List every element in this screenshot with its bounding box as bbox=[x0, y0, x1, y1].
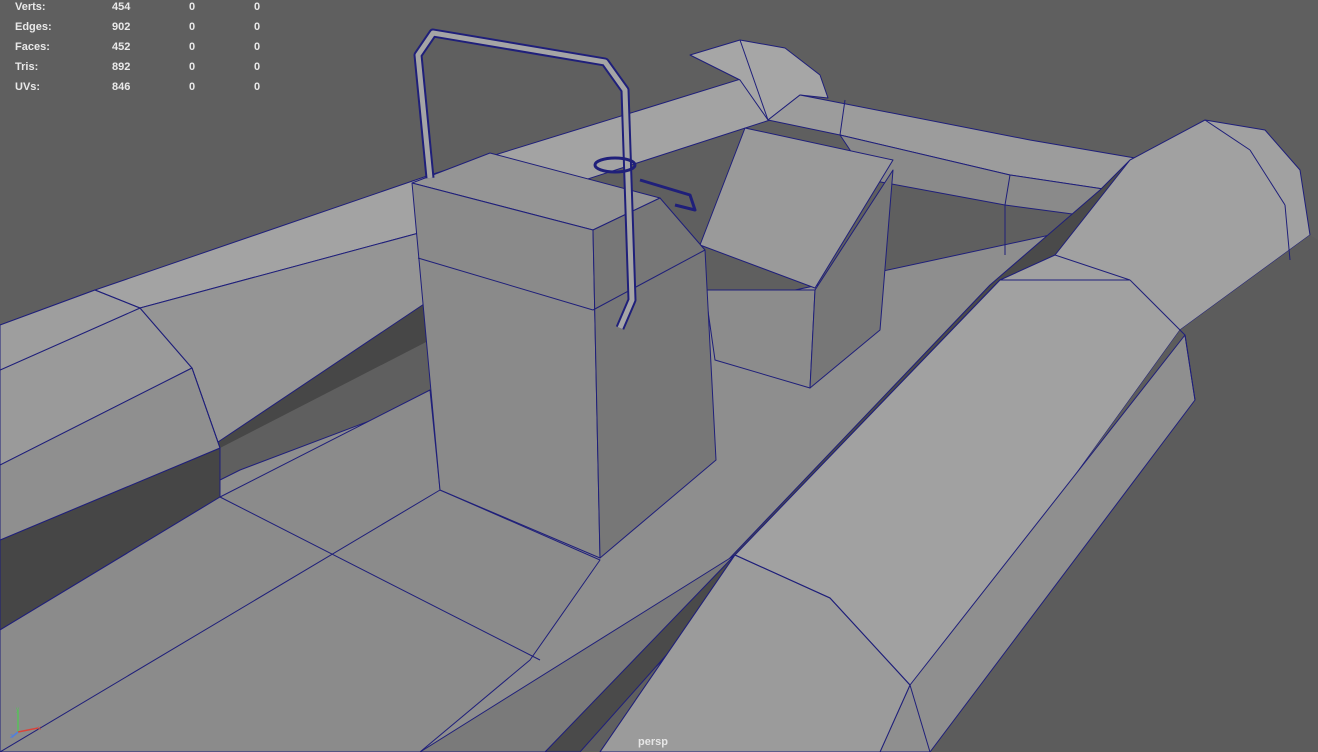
camera-label: persp bbox=[638, 736, 668, 748]
hud-selected: 0 bbox=[189, 61, 196, 73]
hud-selected: 0 bbox=[189, 1, 196, 13]
hud-components: 0 bbox=[254, 81, 261, 93]
hud-label: Tris: bbox=[15, 61, 39, 73]
hud-selected: 0 bbox=[189, 21, 196, 33]
hud-total: 846 bbox=[112, 81, 131, 93]
perspective-viewport[interactable]: Verts: 454 0 0 Edges: 902 0 0 Faces: 452… bbox=[0, 0, 1318, 752]
svg-text:x: x bbox=[38, 726, 41, 732]
svg-text:z: z bbox=[10, 734, 13, 740]
hud-label: Edges: bbox=[15, 21, 52, 33]
hud-total: 452 bbox=[112, 41, 131, 53]
hud-components: 0 bbox=[254, 41, 261, 53]
hud-selected: 0 bbox=[189, 81, 196, 93]
svg-text:y: y bbox=[16, 707, 19, 713]
hud-label: Verts: bbox=[15, 1, 46, 13]
xyz-axis-icon: y x z bbox=[10, 707, 41, 740]
hud-total: 454 bbox=[112, 1, 131, 13]
hud-label: UVs: bbox=[15, 81, 41, 93]
boat-3d-model[interactable] bbox=[0, 0, 1318, 752]
hud-components: 0 bbox=[254, 21, 261, 33]
hud-total: 902 bbox=[112, 21, 131, 33]
hud-components: 0 bbox=[254, 61, 261, 73]
hud-label: Faces: bbox=[15, 41, 50, 53]
hud-selected: 0 bbox=[189, 41, 196, 53]
hud-total: 892 bbox=[112, 61, 131, 73]
hud-components: 0 bbox=[254, 1, 261, 13]
